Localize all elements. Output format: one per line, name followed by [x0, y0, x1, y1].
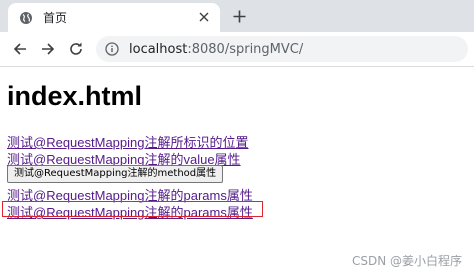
close-icon[interactable] — [196, 9, 212, 25]
method-attribute-button[interactable]: 测试@RequestMapping注解的method属性 — [7, 165, 224, 183]
reload-icon[interactable] — [66, 39, 86, 59]
highlight-box — [2, 201, 263, 217]
info-icon[interactable] — [104, 41, 120, 57]
watermark: CSDN @姜小白程序 — [351, 254, 462, 268]
url-text: localhost:8080/springMVC/ — [129, 42, 303, 57]
arrow-left-icon[interactable] — [10, 39, 30, 59]
page-heading: index.html — [7, 81, 143, 111]
url-host: localhost — [129, 41, 188, 57]
url-path: :8080/springMVC/ — [187, 41, 304, 57]
browser-tab[interactable]: 首页 — [8, 3, 220, 32]
address-bar[interactable]: localhost:8080/springMVC/ — [96, 36, 468, 62]
page-content: index.html 测试@RequestMapping注解所标识的位置 测试@… — [2, 66, 474, 277]
arrow-right-icon[interactable] — [38, 39, 58, 59]
tab-title: 首页 — [43, 11, 68, 25]
plus-icon[interactable] — [229, 6, 249, 26]
tab-strip: 首页 — [0, 0, 474, 32]
globe-icon — [19, 11, 33, 25]
browser-toolbar: localhost:8080/springMVC/ — [0, 32, 474, 67]
